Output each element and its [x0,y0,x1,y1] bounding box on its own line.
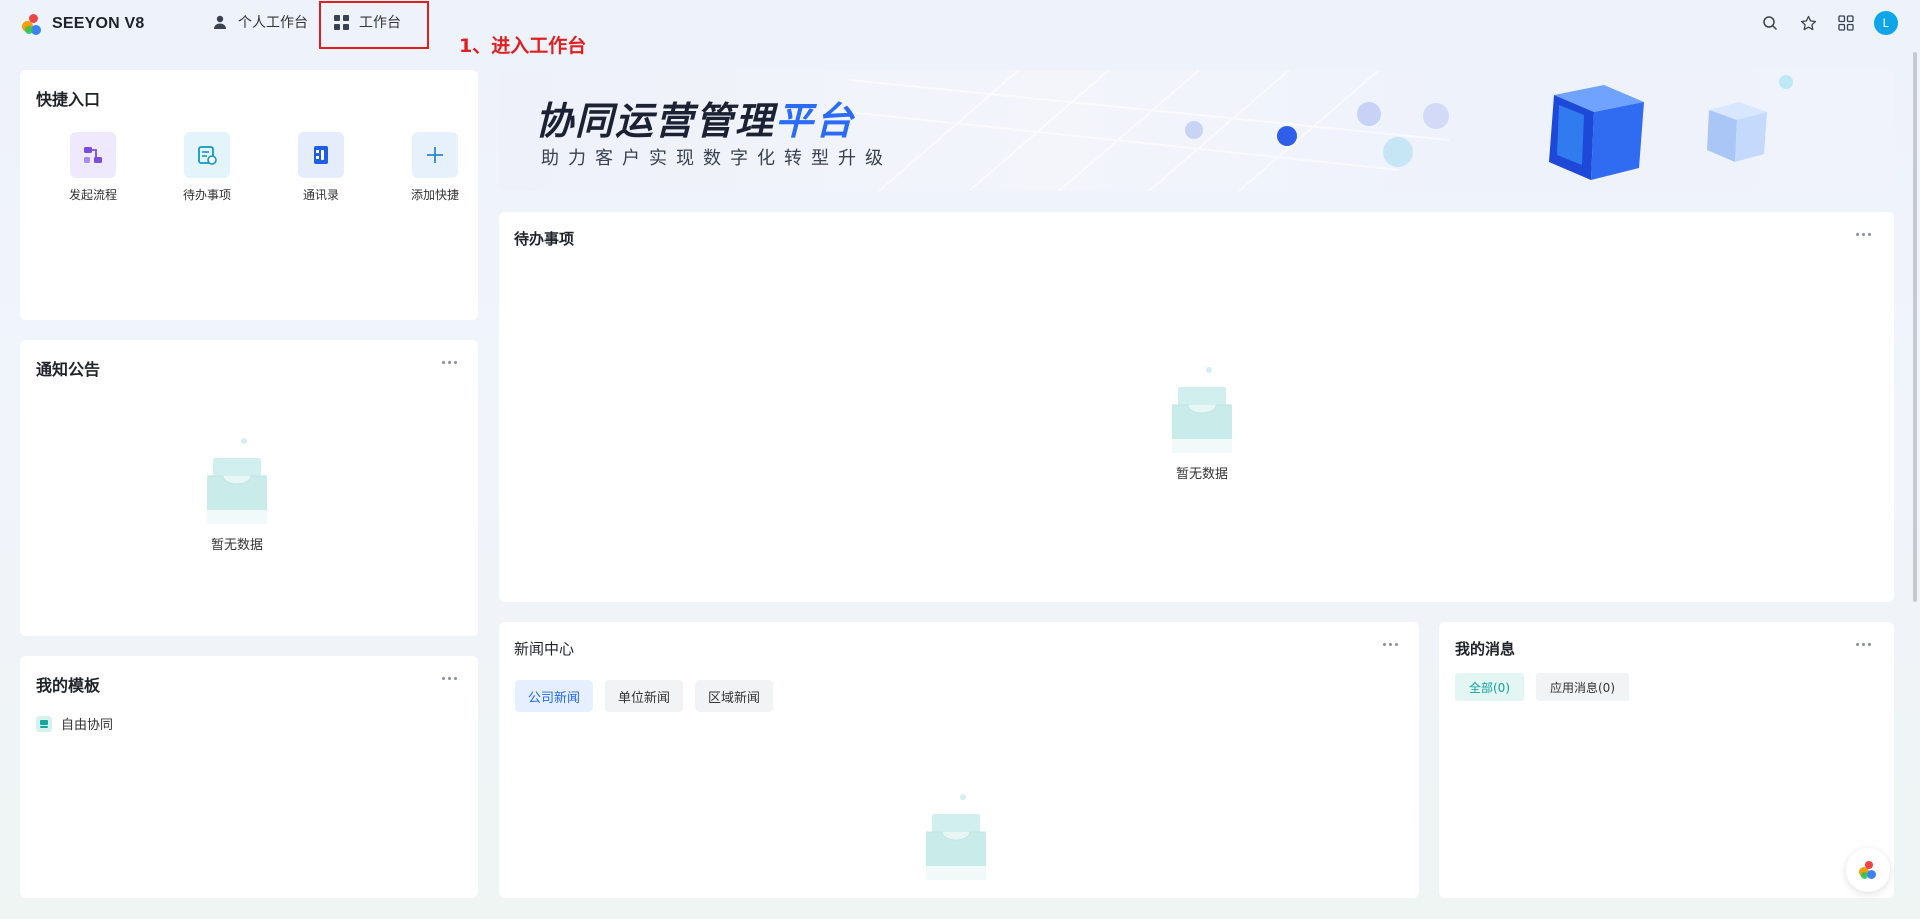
templates-card: 我的模板 自由协同 [20,656,478,898]
user-avatar[interactable]: L [1874,11,1898,35]
quick-entry-title: 快捷入口 [36,90,101,109]
template-item-label: 自由协同 [61,718,114,733]
top-toolbar: L [1760,11,1898,35]
template-icon [36,715,52,732]
todo-card: 待办事项 暂无数据 [499,212,1894,602]
todo-icon [184,132,230,178]
empty-box-icon [207,438,267,524]
messages-card: 我的消息 全部(0) 应用消息(0) [1439,622,1894,898]
tab-company-news[interactable]: 公司新闻 [515,680,594,712]
notice-empty-state: 暂无数据 [199,436,275,553]
contacts-icon [298,132,344,178]
notice-card: 通知公告 暂无数据 [20,340,478,636]
quick-item-start-flow[interactable]: 发起流程 [36,132,150,203]
banner-title: 协同运营管理平台 [535,90,855,145]
assistant-float-button[interactable] [1846,848,1890,892]
tab-all-messages[interactable]: 全部(0) [1455,673,1524,701]
quick-item-label: 待办事项 [182,188,231,202]
banner-title-accent: 平台 [775,99,856,143]
messages-tabs: 全部(0) 应用消息(0) [1455,673,1629,701]
template-item[interactable]: 自由协同 [36,714,113,733]
empty-box-icon [1172,367,1232,453]
quick-item-contacts[interactable]: 通讯录 [264,132,378,203]
nav-personal-workbench[interactable]: 个人工作台 [212,12,308,32]
page-scrollbar[interactable] [1913,52,1917,602]
seeyon-logo-icon [20,12,44,36]
news-title: 新闻中心 [514,640,575,658]
quick-entry-card: 快捷入口 发起流程 待办事项 通讯录 添加快捷 [20,70,478,320]
user-icon [214,15,226,29]
star-icon[interactable] [1798,13,1818,33]
quick-item-add-shortcut[interactable]: 添加快捷 [378,132,492,203]
todo-title: 待办事项 [514,230,575,248]
tab-region-news[interactable]: 区域新闻 [695,680,774,712]
quick-item-label: 通讯录 [302,188,339,202]
flow-icon [70,132,116,178]
messages-more-icon[interactable] [1856,641,1874,647]
quick-item-todo[interactable]: 待办事项 [150,132,264,203]
news-more-icon[interactable] [1383,641,1401,647]
banner-subtitle: 助力客户实现数字化转型升级 [541,148,892,169]
app-name: SEEYON V8 [52,15,145,32]
small-cube-graphic [1707,102,1767,162]
quick-item-label: 添加快捷 [410,188,459,202]
cube-graphic [1549,85,1644,180]
messages-title: 我的消息 [1455,640,1516,658]
banner: 协同运营管理平台 助力客户实现数字化转型升级 [499,70,1894,191]
quick-item-label: 发起流程 [68,188,117,202]
notice-more-icon[interactable] [442,359,460,365]
tab-app-messages[interactable]: 应用消息(0) [1536,673,1629,701]
plus-icon [412,132,458,178]
notice-title: 通知公告 [36,360,101,379]
quick-entry-grid: 发起流程 待办事项 通讯录 添加快捷 [36,132,492,203]
apps-grid-icon[interactable] [1836,13,1856,33]
templates-more-icon[interactable] [442,675,460,681]
tab-unit-news[interactable]: 单位新闻 [605,680,684,712]
news-empty-state [918,792,994,882]
annotation-text: 1、进入工作台 [459,35,587,57]
assistant-logo-icon [1856,858,1880,882]
notice-empty-label: 暂无数据 [210,538,263,553]
search-icon[interactable] [1760,13,1780,33]
empty-box-icon [926,794,986,880]
todo-empty-label: 暂无数据 [1175,467,1228,482]
todo-more-icon[interactable] [1856,231,1874,237]
news-card: 新闻中心 公司新闻 单位新闻 区域新闻 [499,622,1419,898]
annotation-highlight-box [319,1,429,49]
news-tabs: 公司新闻 单位新闻 区域新闻 [515,680,774,712]
banner-title-main: 协同运营管理 [535,99,776,143]
nav-personal-label: 个人工作台 [238,15,308,31]
top-bar: SEEYON V8 个人工作台 工作台 1、进入工作台 L [0,0,1920,57]
templates-title: 我的模板 [36,676,101,695]
todo-empty-state: 暂无数据 [1164,365,1240,482]
app-logo[interactable]: SEEYON V8 [20,12,145,36]
